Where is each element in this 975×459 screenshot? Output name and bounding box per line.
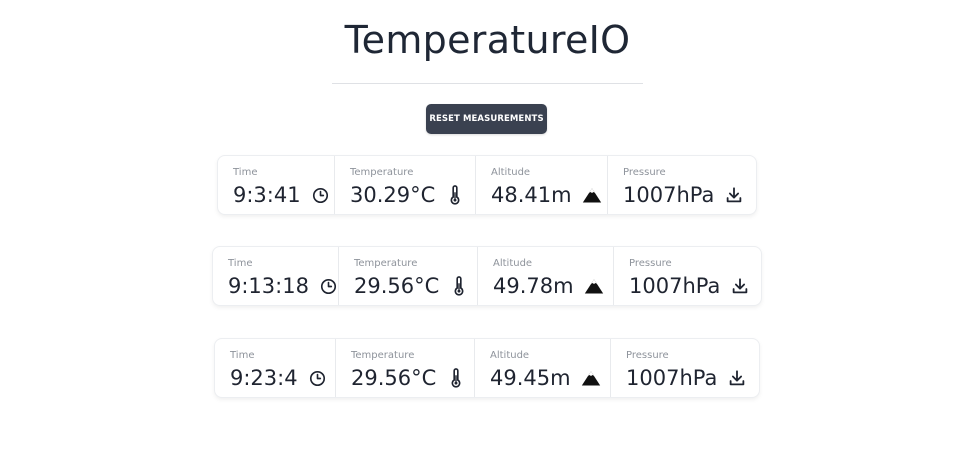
altitude-cell: Altitude 49.45m — [475, 339, 611, 397]
altitude-label: Altitude — [493, 258, 533, 269]
app-page: TemperatureIO RESET MEASUREMENTS Time 9:… — [0, 0, 975, 459]
pressure-cell: Pressure 1007hPa — [611, 339, 759, 397]
time-label: Time — [228, 258, 253, 269]
mountain-icon — [581, 368, 601, 388]
pressure-value: 1007hPa — [626, 366, 718, 390]
altitude-label: Altitude — [490, 350, 530, 361]
pressure-label: Pressure — [629, 258, 672, 269]
temperature-label: Temperature — [350, 167, 414, 178]
altitude-value: 49.78m — [493, 274, 574, 298]
temperature-label: Temperature — [354, 258, 418, 269]
download-icon — [724, 185, 744, 205]
measurement-card: Time 9:3:41 Temperature 30.29°C Altitude… — [217, 155, 757, 215]
time-value: 9:13:18 — [228, 274, 309, 298]
temperature-value: 29.56°C — [351, 366, 437, 390]
time-label: Time — [233, 167, 258, 178]
time-value: 9:3:41 — [233, 183, 301, 207]
altitude-label: Altitude — [491, 167, 531, 178]
temperature-value: 30.29°C — [350, 183, 436, 207]
altitude-value: 49.45m — [490, 366, 571, 390]
temperature-cell: Temperature 29.56°C — [336, 339, 475, 397]
measurement-card: Time 9:23:4 Temperature 29.56°C Altitude… — [214, 338, 760, 398]
temperature-label: Temperature — [351, 350, 415, 361]
altitude-value: 48.41m — [491, 183, 572, 207]
download-icon — [730, 276, 750, 296]
time-cell: Time 9:23:4 — [215, 339, 336, 397]
title-divider — [332, 83, 643, 84]
thermometer-icon — [445, 185, 465, 205]
clock-icon — [308, 368, 328, 388]
clock-icon — [311, 185, 331, 205]
measurement-card: Time 9:13:18 Temperature 29.56°C Altitud… — [212, 246, 762, 306]
time-value: 9:23:4 — [230, 366, 298, 390]
pressure-label: Pressure — [626, 350, 669, 361]
time-cell: Time 9:3:41 — [218, 156, 335, 214]
thermometer-icon — [449, 276, 469, 296]
time-cell: Time 9:13:18 — [213, 247, 339, 305]
download-icon — [727, 368, 747, 388]
time-label: Time — [230, 350, 255, 361]
temperature-cell: Temperature 29.56°C — [339, 247, 478, 305]
pressure-label: Pressure — [623, 167, 666, 178]
pressure-value: 1007hPa — [629, 274, 721, 298]
thermometer-icon — [446, 368, 466, 388]
pressure-cell: Pressure 1007hPa — [608, 156, 756, 214]
page-title: TemperatureIO — [344, 18, 631, 62]
clock-icon — [319, 276, 339, 296]
altitude-cell: Altitude 48.41m — [476, 156, 608, 214]
reset-measurements-button[interactable]: RESET MEASUREMENTS — [426, 104, 547, 134]
altitude-cell: Altitude 49.78m — [478, 247, 614, 305]
pressure-cell: Pressure 1007hPa — [614, 247, 761, 305]
mountain-icon — [582, 185, 602, 205]
pressure-value: 1007hPa — [623, 183, 715, 207]
mountain-icon — [584, 276, 604, 296]
temperature-value: 29.56°C — [354, 274, 440, 298]
temperature-cell: Temperature 30.29°C — [335, 156, 476, 214]
